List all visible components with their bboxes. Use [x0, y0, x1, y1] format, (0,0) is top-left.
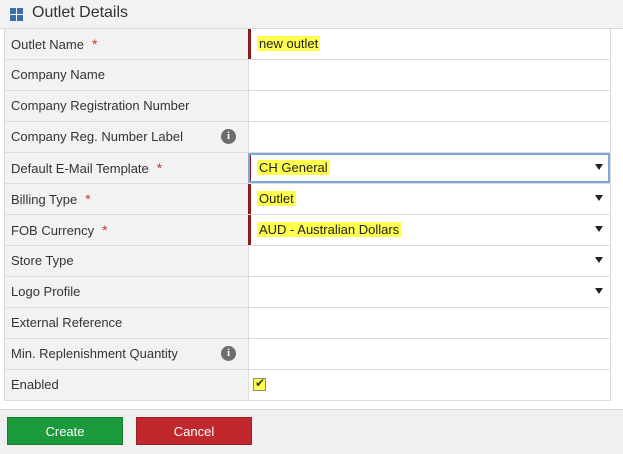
field-label: Outlet Name	[11, 37, 84, 52]
field-label: External Reference	[11, 315, 123, 330]
form-footer: Create Cancel	[0, 409, 623, 454]
caret-down-icon	[595, 226, 603, 232]
min-replenishment-quantity-input[interactable]	[249, 339, 610, 369]
checkmark-icon: ✔	[255, 376, 266, 390]
required-marker: *	[91, 36, 98, 52]
create-button[interactable]: Create	[7, 417, 123, 445]
outlet-form: Outlet Name * new outlet Company Name Com…	[4, 28, 611, 401]
logo-profile-select[interactable]	[249, 277, 610, 307]
info-icon[interactable]: i	[221, 129, 236, 144]
store-type-select[interactable]	[249, 246, 610, 276]
billing-type-select[interactable]: Outlet	[248, 184, 610, 214]
caret-down-icon	[595, 288, 603, 294]
enabled-checkbox[interactable]: ✔	[253, 376, 266, 391]
field-row-store-type: Store Type	[5, 246, 610, 277]
enabled-cell: ✔	[249, 370, 610, 400]
company-reg-number-label-input[interactable]	[249, 122, 610, 152]
field-row-external-reference: External Reference	[5, 308, 610, 339]
field-label: Store Type	[11, 253, 74, 268]
required-marker: *	[102, 222, 108, 238]
field-label: Company Reg. Number Label	[11, 129, 183, 144]
field-row-fob-currency: FOB Currency * AUD - Australian Dollars	[5, 215, 610, 246]
info-icon[interactable]: i	[221, 346, 236, 361]
field-row-logo-profile: Logo Profile	[5, 277, 610, 308]
field-label: Billing Type	[11, 192, 78, 207]
company-name-input[interactable]	[249, 60, 610, 90]
field-row-company-reg-number-label: Company Reg. Number Label i	[5, 122, 610, 153]
grid-icon	[10, 8, 23, 21]
caret-down-icon	[595, 164, 603, 170]
field-value: AUD - Australian Dollars	[257, 222, 402, 237]
field-row-outlet-name: Outlet Name * new outlet	[5, 29, 610, 60]
field-row-default-email-template: Default E-Mail Template * CH General	[5, 153, 610, 184]
field-value: Outlet	[257, 191, 296, 206]
field-row-billing-type: Billing Type * Outlet	[5, 184, 610, 215]
cancel-button[interactable]: Cancel	[136, 417, 252, 445]
field-label: Default E-Mail Template	[11, 161, 149, 176]
caret-down-icon	[595, 257, 603, 263]
external-reference-input[interactable]	[249, 308, 610, 338]
field-label: Company Name	[11, 67, 105, 82]
field-label: Company Registration Number	[11, 98, 190, 113]
field-label: Enabled	[11, 377, 59, 392]
field-row-min-replenishment-quantity: Min. Replenishment Quantity i	[5, 339, 610, 370]
field-label: Logo Profile	[11, 284, 81, 299]
field-label: Min. Replenishment Quantity	[11, 346, 178, 361]
field-row-company-name: Company Name	[5, 60, 610, 91]
field-row-enabled: Enabled ✔	[5, 370, 610, 401]
fob-currency-select[interactable]: AUD - Australian Dollars	[248, 215, 610, 245]
field-value: CH General	[257, 160, 330, 175]
required-marker: *	[156, 160, 163, 176]
caret-down-icon	[595, 195, 603, 201]
page-title: Outlet Details	[32, 4, 129, 21]
panel-header: Outlet Details	[0, 0, 623, 29]
outlet-name-input[interactable]: new outlet	[248, 29, 610, 59]
field-label: FOB Currency	[11, 223, 95, 238]
required-marker: *	[85, 191, 91, 207]
field-row-company-registration-number: Company Registration Number	[5, 91, 610, 122]
default-email-template-select[interactable]: CH General	[248, 153, 610, 183]
company-registration-number-input[interactable]	[249, 91, 610, 121]
field-value: new outlet	[257, 36, 321, 51]
